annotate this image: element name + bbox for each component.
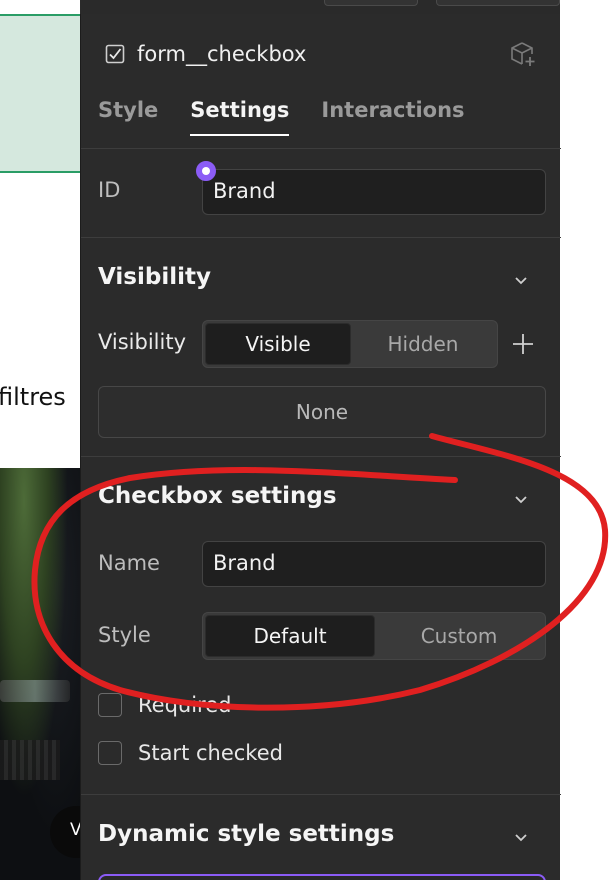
website-canvas[interactable]: filtres V	[0, 0, 80, 880]
style-label: Style	[98, 623, 151, 647]
style-option-default[interactable]: Default	[205, 615, 375, 657]
start-checked-label: Start checked	[138, 741, 283, 765]
required-checkbox[interactable]	[98, 693, 122, 717]
visibility-divider	[81, 456, 561, 457]
cube-add-icon[interactable]	[509, 40, 537, 68]
checkbox-settings-divider	[81, 794, 561, 795]
canvas-text-filtres: filtres	[0, 383, 66, 411]
checkbox-settings-title[interactable]: Checkbox settings	[98, 483, 337, 509]
start-checked-row[interactable]: Start checked	[98, 741, 283, 765]
tab-settings[interactable]: Settings	[190, 98, 290, 136]
name-input[interactable]: Brand	[202, 541, 546, 587]
tab-interactions[interactable]: Interactions	[321, 98, 464, 136]
required-label: Required	[138, 693, 232, 717]
name-label: Name	[98, 551, 160, 575]
canvas-green-section	[0, 14, 80, 173]
car-headlight	[0, 680, 70, 702]
toolbar-button-right[interactable]	[436, 0, 560, 6]
checkbox-style-toggle: Default Custom	[202, 612, 546, 660]
car-grille	[0, 740, 60, 780]
dynamic-style-input[interactable]	[98, 874, 546, 880]
top-toolbar	[80, 0, 560, 14]
visibility-row-label: Visibility	[98, 330, 187, 354]
id-divider	[81, 237, 561, 238]
chevron-down-icon[interactable]	[513, 829, 529, 845]
right-margin	[560, 0, 615, 880]
id-input[interactable]: Brand	[202, 169, 546, 215]
visibility-toggle: Visible Hidden	[202, 320, 498, 368]
panel-tabs: Style Settings Interactions	[98, 98, 465, 136]
plus-icon[interactable]	[511, 332, 535, 356]
checkbox-icon	[105, 44, 125, 64]
style-option-custom[interactable]: Custom	[375, 615, 543, 657]
id-label: ID	[98, 178, 121, 202]
tabs-divider	[81, 148, 561, 149]
start-checked-checkbox[interactable]	[98, 741, 122, 765]
settings-panel: form__checkbox Style Settings Interactio…	[80, 14, 561, 880]
visibility-condition-none[interactable]: None	[98, 386, 546, 438]
chevron-down-icon[interactable]	[513, 491, 529, 507]
visibility-section-title[interactable]: Visibility	[98, 264, 211, 290]
chevron-down-icon[interactable]	[513, 272, 529, 288]
toolbar-button-left[interactable]	[324, 0, 418, 6]
element-name: form__checkbox	[137, 42, 307, 66]
dynamic-style-title[interactable]: Dynamic style settings	[98, 821, 394, 847]
binding-indicator-dot[interactable]	[196, 161, 216, 181]
element-header: form__checkbox	[105, 42, 306, 66]
visibility-option-hidden[interactable]: Hidden	[351, 323, 495, 365]
required-row[interactable]: Required	[98, 693, 231, 717]
visibility-option-visible[interactable]: Visible	[205, 323, 351, 365]
tab-style[interactable]: Style	[98, 98, 158, 136]
